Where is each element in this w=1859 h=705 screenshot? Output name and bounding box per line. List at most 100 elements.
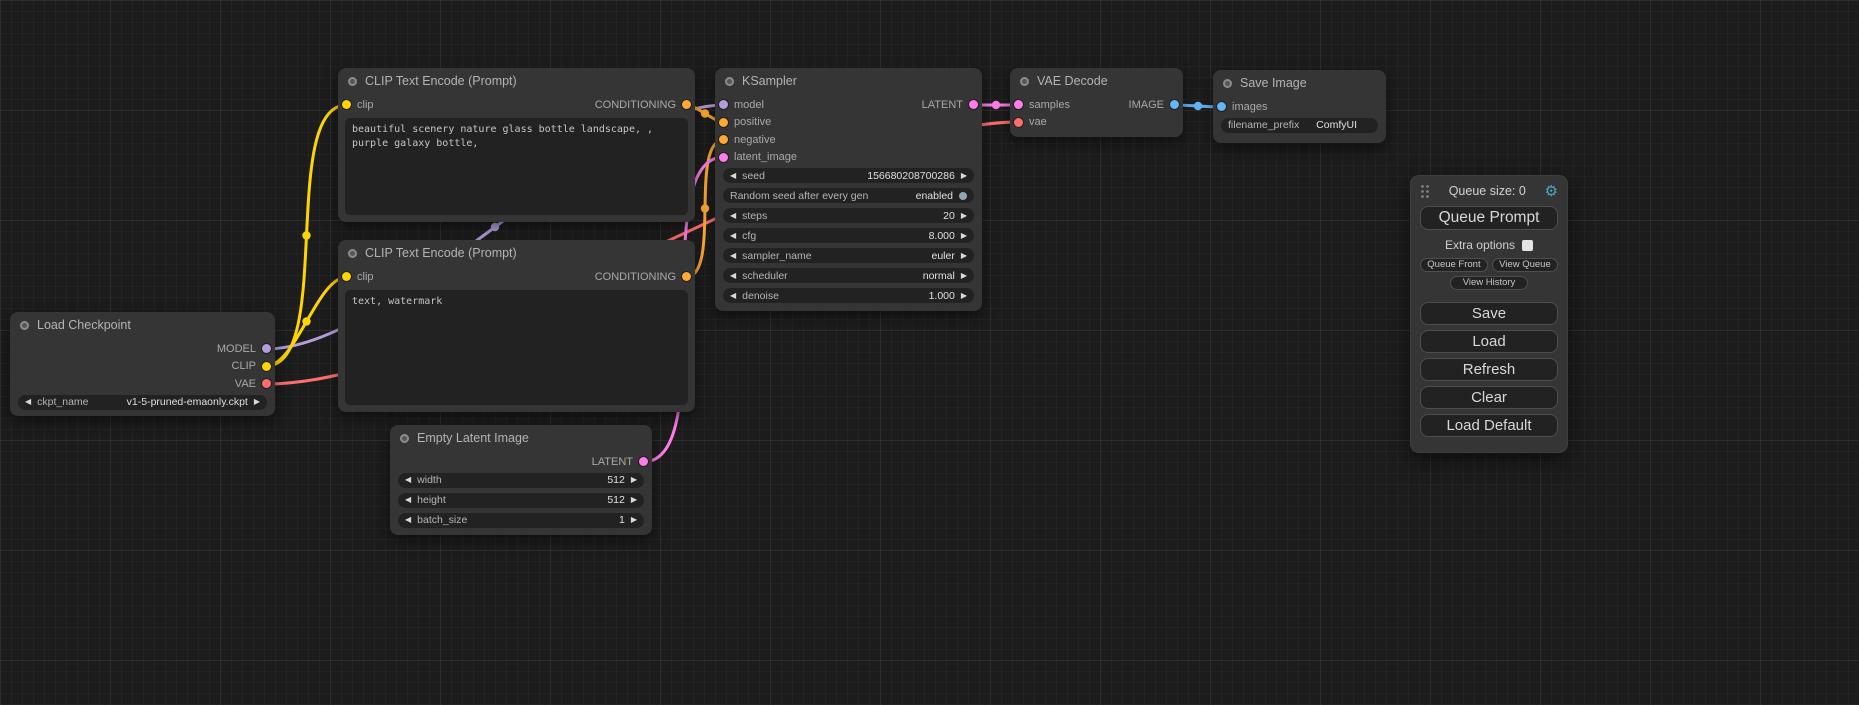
output-slot-latent[interactable] [969, 100, 978, 109]
collapse-dot[interactable] [400, 434, 409, 443]
decrement-arrow-icon[interactable]: ◀ [730, 252, 736, 260]
denoise-widget[interactable]: ◀ denoise 1.000 ▶ [723, 288, 974, 303]
node-save-image[interactable]: Save Image images filename_prefix ComfyU… [1213, 70, 1386, 143]
input-slot-negative[interactable] [719, 135, 728, 144]
widget-label: seed [742, 170, 861, 182]
sampler-name-widget[interactable]: ◀ sampler_name euler ▶ [723, 248, 974, 263]
view-queue-button[interactable]: View Queue [1492, 258, 1558, 272]
view-history-button[interactable]: View History [1450, 276, 1528, 290]
collapse-dot[interactable] [1020, 77, 1029, 86]
link-midpoint-dot-clip-positive[interactable] [302, 231, 310, 239]
input-slot-positive[interactable] [719, 118, 728, 127]
collapse-dot[interactable] [1223, 79, 1232, 88]
node-graph-canvas[interactable]: Load Checkpoint MODEL CLIP VAE [0, 0, 1859, 705]
collapse-dot[interactable] [725, 77, 734, 86]
link-midpoint-dot-model[interactable] [491, 223, 499, 231]
node-title: Load Checkpoint [37, 318, 131, 332]
node-title-bar[interactable]: KSampler [715, 68, 982, 94]
node-clip-text-encode-positive[interactable]: CLIP Text Encode (Prompt) clip CONDITION… [338, 68, 695, 222]
load-button[interactable]: Load [1420, 330, 1558, 353]
slot-row: LATENT [390, 453, 652, 471]
input-slot-latent-image[interactable] [719, 153, 728, 162]
input-slot-clip[interactable] [342, 272, 351, 281]
steps-widget[interactable]: ◀ steps 20 ▶ [723, 208, 974, 223]
link-clip-positive[interactable] [266, 105, 347, 366]
input-slot-model[interactable] [719, 100, 728, 109]
decrement-arrow-icon[interactable]: ◀ [730, 172, 736, 180]
node-title-bar[interactable]: CLIP Text Encode (Prompt) [338, 240, 695, 266]
link-midpoint-dot-latent-to-decode[interactable] [992, 101, 1000, 109]
link-clip-negative[interactable] [266, 277, 347, 366]
collapse-dot[interactable] [348, 77, 357, 86]
random-seed-toggle[interactable]: Random seed after every gen enabled [723, 188, 974, 203]
output-slot-conditioning[interactable] [682, 272, 691, 281]
increment-arrow-icon[interactable]: ▶ [961, 272, 967, 280]
queue-prompt-button[interactable]: Queue Prompt [1420, 206, 1558, 230]
node-title-bar[interactable]: Empty Latent Image [390, 425, 652, 451]
save-button[interactable]: Save [1420, 302, 1558, 325]
load-default-button[interactable]: Load Default [1420, 414, 1558, 437]
filename-prefix-widget[interactable]: filename_prefix ComfyUI [1221, 118, 1378, 133]
decrement-arrow-icon[interactable]: ◀ [730, 292, 736, 300]
increment-arrow-icon[interactable]: ▶ [631, 516, 637, 524]
increment-arrow-icon[interactable]: ▶ [961, 292, 967, 300]
input-slot-samples[interactable] [1014, 100, 1023, 109]
decrement-arrow-icon[interactable]: ◀ [730, 212, 736, 220]
node-title-bar[interactable]: Save Image [1213, 70, 1386, 96]
input-slot-vae[interactable] [1014, 118, 1023, 127]
drag-handle-icon[interactable] [1420, 184, 1430, 198]
prompt-textarea[interactable]: text, watermark [345, 290, 688, 405]
collapse-dot[interactable] [348, 249, 357, 258]
input-slot-images[interactable] [1217, 102, 1226, 111]
output-slot-vae[interactable] [262, 379, 271, 388]
node-title-bar[interactable]: Load Checkpoint [10, 312, 275, 338]
output-slot-model[interactable] [262, 344, 271, 353]
link-midpoint-dot-clip-negative[interactable] [302, 317, 310, 325]
input-slot-clip[interactable] [342, 100, 351, 109]
node-title: VAE Decode [1037, 74, 1108, 88]
queue-front-button[interactable]: Queue Front [1420, 258, 1488, 272]
increment-arrow-icon[interactable]: ▶ [961, 172, 967, 180]
height-widget[interactable]: ◀ height 512 ▶ [398, 493, 644, 508]
link-midpoint-dot-conditioning-negative[interactable] [701, 204, 709, 212]
increment-arrow-icon[interactable]: ▶ [254, 398, 260, 406]
output-slot-conditioning[interactable] [682, 100, 691, 109]
node-clip-text-encode-negative[interactable]: CLIP Text Encode (Prompt) clip CONDITION… [338, 240, 695, 412]
link-midpoint-dot-image[interactable] [1194, 102, 1202, 110]
width-widget[interactable]: ◀ width 512 ▶ [398, 473, 644, 488]
increment-arrow-icon[interactable]: ▶ [631, 476, 637, 484]
output-slot-image[interactable] [1170, 100, 1179, 109]
output-slot-clip[interactable] [262, 362, 271, 371]
node-ksampler[interactable]: KSampler model LATENT positive [715, 68, 982, 311]
prompt-textarea[interactable]: beautiful scenery nature glass bottle la… [345, 118, 688, 215]
extra-options-checkbox[interactable] [1522, 240, 1533, 251]
scheduler-widget[interactable]: ◀ scheduler normal ▶ [723, 268, 974, 283]
decrement-arrow-icon[interactable]: ◀ [730, 272, 736, 280]
clear-button[interactable]: Clear [1420, 386, 1558, 409]
link-midpoint-dot-conditioning-positive[interactable] [701, 109, 709, 117]
node-title-bar[interactable]: CLIP Text Encode (Prompt) [338, 68, 695, 94]
decrement-arrow-icon[interactable]: ◀ [405, 496, 411, 504]
settings-gear-icon[interactable]: ⚙ [1545, 184, 1558, 199]
increment-arrow-icon[interactable]: ▶ [961, 212, 967, 220]
input-label-negative: negative [734, 134, 776, 146]
toggle-dot-icon[interactable] [959, 192, 967, 200]
cfg-widget[interactable]: ◀ cfg 8.000 ▶ [723, 228, 974, 243]
increment-arrow-icon[interactable]: ▶ [961, 232, 967, 240]
node-empty-latent-image[interactable]: Empty Latent Image LATENT ◀ width 512 ▶ … [390, 425, 652, 535]
ckpt-name-widget[interactable]: ◀ ckpt_name v1-5-pruned-emaonly.ckpt ▶ [18, 395, 267, 410]
batch-size-widget[interactable]: ◀ batch_size 1 ▶ [398, 513, 644, 528]
node-vae-decode[interactable]: VAE Decode samples IMAGE vae [1010, 68, 1183, 137]
decrement-arrow-icon[interactable]: ◀ [405, 516, 411, 524]
increment-arrow-icon[interactable]: ▶ [961, 252, 967, 260]
increment-arrow-icon[interactable]: ▶ [631, 496, 637, 504]
decrement-arrow-icon[interactable]: ◀ [25, 398, 31, 406]
node-load-checkpoint[interactable]: Load Checkpoint MODEL CLIP VAE [10, 312, 275, 416]
refresh-button[interactable]: Refresh [1420, 358, 1558, 381]
output-slot-latent[interactable] [639, 457, 648, 466]
collapse-dot[interactable] [20, 321, 29, 330]
decrement-arrow-icon[interactable]: ◀ [730, 232, 736, 240]
decrement-arrow-icon[interactable]: ◀ [405, 476, 411, 484]
seed-widget[interactable]: ◀ seed 156680208700286 ▶ [723, 168, 974, 183]
node-title-bar[interactable]: VAE Decode [1010, 68, 1183, 94]
